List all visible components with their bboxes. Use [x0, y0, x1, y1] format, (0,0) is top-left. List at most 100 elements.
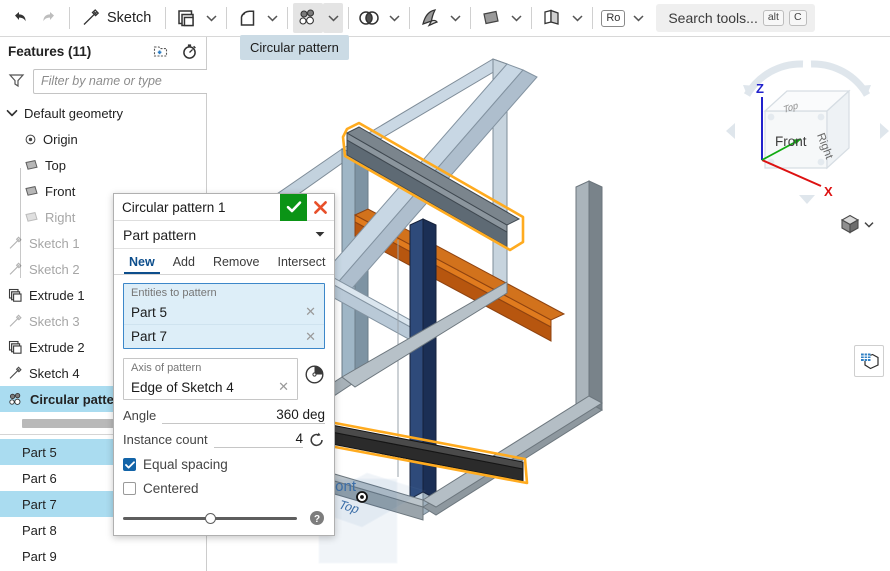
- pattern-type-dropdown[interactable]: Part pattern: [114, 221, 334, 249]
- fillet-dropdown[interactable]: [262, 3, 282, 33]
- pattern-scope-tabs: New Add Remove Intersect: [114, 249, 334, 275]
- boolean-button[interactable]: [354, 3, 384, 33]
- cube-face-front: Front: [775, 134, 807, 149]
- tab-new[interactable]: New: [120, 249, 164, 274]
- boolean-dropdown[interactable]: [384, 3, 404, 33]
- feature-tree-item-default-geometry[interactable]: Default geometry: [0, 100, 206, 126]
- tab-remove[interactable]: Remove: [204, 249, 269, 274]
- new-folder-button[interactable]: [152, 44, 169, 59]
- axis-remove-button[interactable]: ✕: [276, 379, 291, 395]
- pattern-type-label: Part pattern: [123, 226, 197, 243]
- chevron-down-icon: [511, 15, 522, 22]
- toolbar-divider: [592, 7, 594, 29]
- equal-spacing-checkbox[interactable]: Equal spacing: [123, 457, 325, 472]
- search-tools-input[interactable]: Search tools... alt C: [656, 4, 815, 32]
- rotate-tool-button[interactable]: Ro: [598, 3, 628, 33]
- part-list-item[interactable]: Part 9: [0, 543, 206, 569]
- entity-remove-button[interactable]: ✕: [303, 329, 318, 345]
- axis-selected-entity[interactable]: Edge of Sketch 4 ✕: [124, 375, 297, 399]
- toolbar-divider: [470, 7, 472, 29]
- sketch-icon: [9, 314, 22, 327]
- axis-of-pattern-field[interactable]: Axis of pattern Edge of Sketch 4 ✕: [123, 358, 298, 400]
- transform-button[interactable]: [537, 3, 567, 33]
- entity-remove-button[interactable]: ✕: [303, 304, 318, 320]
- plane-dropdown[interactable]: [506, 3, 526, 33]
- opacity-slider-knob[interactable]: [204, 512, 216, 524]
- entity-item[interactable]: Part 5 ✕: [124, 300, 324, 324]
- extrude-button[interactable]: [171, 3, 201, 33]
- flip-direction-button[interactable]: [309, 432, 325, 448]
- entities-list: Part 5 ✕ Part 7 ✕: [124, 300, 324, 348]
- fillet-button[interactable]: [232, 3, 262, 33]
- part-label: Part 6: [22, 470, 57, 486]
- toolbar-divider: [409, 7, 411, 29]
- feature-history-button[interactable]: [181, 43, 198, 60]
- dialog-confirm-button[interactable]: [280, 193, 307, 221]
- feature-label: Sketch 2: [29, 261, 80, 277]
- centered-checkbox[interactable]: Centered: [123, 481, 325, 496]
- tab-add[interactable]: Add: [164, 249, 204, 274]
- parts-panel-toggle[interactable]: [854, 345, 884, 377]
- filter-input[interactable]: [33, 68, 212, 94]
- rotate-tool-dropdown[interactable]: [628, 3, 648, 33]
- pattern-dropdown[interactable]: [323, 3, 344, 33]
- entity-label: Part 5: [131, 304, 168, 320]
- feature-tree-item-origin[interactable]: Origin: [0, 126, 206, 152]
- chevron-down-icon: [267, 15, 278, 22]
- dialog-title: Circular pattern 1: [122, 199, 226, 215]
- svg-text:?: ?: [314, 514, 320, 525]
- plane-button[interactable]: [476, 3, 506, 33]
- feature-label: Origin: [43, 131, 78, 147]
- toolbar-tooltip: Circular pattern: [240, 35, 349, 60]
- part-label: Part 7: [22, 496, 57, 512]
- feature-label: Extrude 1: [29, 287, 85, 303]
- chevron-down-icon: [633, 15, 644, 22]
- toolbar-divider: [226, 7, 228, 29]
- feature-label: Sketch 3: [29, 313, 80, 329]
- checkmark-icon: [286, 201, 301, 213]
- filter-funnel-icon: [8, 72, 25, 91]
- tab-intersect[interactable]: Intersect: [269, 249, 335, 274]
- view-cube[interactable]: Z X Front Right Top: [725, 55, 890, 205]
- feature-tree-item-top[interactable]: Top: [0, 152, 206, 178]
- instance-count-field[interactable]: Instance count 4: [123, 431, 325, 448]
- feature-label: Default geometry: [24, 105, 123, 121]
- boolean-icon: [359, 11, 380, 25]
- axis-caption: Axis of pattern: [131, 362, 202, 374]
- axis-label-x: X: [824, 184, 833, 199]
- circular-pattern-icon: [299, 9, 315, 25]
- toolbar-divider: [69, 7, 70, 29]
- undo-button[interactable]: [4, 3, 34, 33]
- feature-label: Top: [45, 157, 66, 173]
- axis-value: Edge of Sketch 4: [131, 379, 234, 395]
- plane-icon: [25, 212, 38, 222]
- shaded-cube-icon: [840, 214, 860, 234]
- equal-spacing-label: Equal spacing: [143, 457, 228, 472]
- chevron-down-icon: [572, 15, 583, 22]
- ro-label: Ro: [601, 9, 626, 27]
- centered-box: [123, 482, 136, 495]
- draft-dropdown[interactable]: [445, 3, 465, 33]
- axis-selector-button[interactable]: [304, 358, 325, 388]
- extrude-dropdown[interactable]: [201, 3, 221, 33]
- entities-to-pattern-field[interactable]: Entities to pattern Part 5 ✕ Part 7 ✕: [123, 283, 325, 349]
- entity-item[interactable]: Part 7 ✕: [124, 324, 324, 348]
- plane-icon: [25, 186, 38, 196]
- opacity-slider[interactable]: [123, 512, 297, 524]
- entities-caption: Entities to pattern: [131, 287, 217, 299]
- pencil-sketch-icon: [83, 9, 100, 25]
- instance-count-value: 4: [295, 431, 303, 446]
- transform-dropdown[interactable]: [567, 3, 587, 33]
- feature-label: Right: [45, 209, 76, 225]
- redo-button[interactable]: [34, 3, 64, 33]
- circular-pattern-button[interactable]: [293, 3, 324, 33]
- draft-icon: [422, 9, 439, 27]
- sketch-icon: [9, 262, 22, 275]
- sketch-button[interactable]: Sketch: [75, 3, 160, 33]
- angle-field[interactable]: Angle 360 deg: [123, 407, 325, 424]
- help-button[interactable]: ?: [309, 510, 325, 526]
- extrude-icon: [8, 288, 22, 302]
- display-style-control[interactable]: [839, 213, 874, 235]
- dialog-cancel-button[interactable]: [307, 194, 334, 221]
- draft-button[interactable]: [415, 3, 445, 33]
